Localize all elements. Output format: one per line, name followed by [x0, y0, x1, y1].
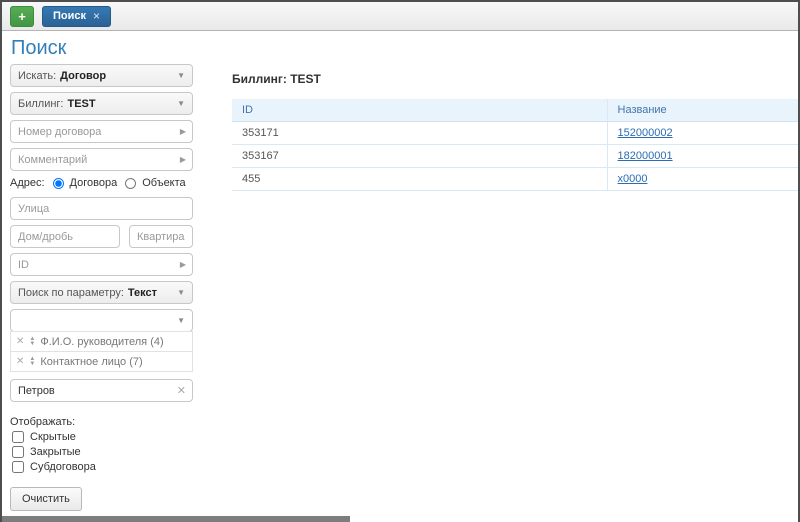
apartment-input[interactable] [129, 225, 193, 248]
remove-icon[interactable]: ✕ [16, 356, 24, 367]
checkbox-hidden[interactable] [12, 431, 24, 443]
chevron-down-icon: ▼ [177, 99, 185, 108]
page-title: Поиск [11, 37, 66, 60]
results-panel: Биллинг: TEST ID Название 353171 1520000… [232, 72, 800, 191]
contract-link[interactable]: x0000 [618, 173, 648, 185]
param-search-select[interactable]: Поиск по параметру: Текст ▼ [10, 281, 193, 304]
address-radio-contract[interactable] [53, 178, 64, 189]
address-radio-object-label: Объекта [142, 177, 185, 189]
search-type-value: Договор [60, 70, 106, 82]
tab-search[interactable]: Поиск × [42, 6, 111, 27]
billing-value: TEST [68, 98, 96, 110]
chevron-down-icon: ▼ [177, 71, 185, 80]
address-radio-object[interactable] [125, 178, 136, 189]
checkbox-subcontracts[interactable] [12, 461, 24, 473]
checkbox-closed[interactable] [12, 446, 24, 458]
display-label: Отображать: [10, 416, 193, 428]
table-row: 353171 152000002 [232, 122, 800, 145]
table-row: 455 x0000 [232, 168, 800, 191]
tab-bar: + Поиск × [2, 2, 798, 31]
contract-number-input[interactable] [10, 120, 193, 143]
checkbox-subcontracts-label: Субдоговора [30, 461, 96, 473]
table-row: 353167 182000001 [232, 145, 800, 168]
query-input[interactable] [10, 379, 193, 402]
house-input[interactable] [10, 225, 120, 248]
app-window: + Поиск × Поиск Искать: Договор ▼ Биллин… [0, 0, 800, 522]
chevron-down-icon: ▼ [177, 316, 185, 325]
contract-link[interactable]: 182000001 [618, 150, 673, 162]
billing-label: Биллинг: [18, 98, 64, 110]
results-table: ID Название 353171 152000002 353167 1820… [232, 99, 800, 191]
street-input[interactable] [10, 197, 193, 220]
cell-id: 353167 [232, 145, 607, 168]
horizontal-scrollbar[interactable] [2, 516, 350, 522]
search-type-label: Искать: [18, 70, 56, 82]
checkbox-hidden-label: Скрытые [30, 431, 76, 443]
address-radio-group: Адрес: Договора Объекта [10, 177, 193, 189]
address-label: Адрес: [10, 177, 45, 189]
param-item-label: Контактное лицо (7) [40, 356, 142, 368]
column-header-name[interactable]: Название [607, 99, 800, 122]
remove-icon[interactable]: ✕ [16, 336, 24, 347]
search-form: Искать: Договор ▼ Биллинг: TEST ▼ ▶ ▶ Ад… [10, 64, 193, 511]
chevron-down-icon: ▼ [177, 288, 185, 297]
param-item-contact[interactable]: ✕ ▲▼ Контактное лицо (7) [10, 351, 193, 372]
checkbox-closed-label: Закрытые [30, 446, 81, 458]
param-add-select[interactable]: ▼ [10, 309, 193, 332]
results-title: Биллинг: TEST [232, 72, 800, 86]
clear-button[interactable]: Очистить [10, 487, 82, 511]
cell-id: 353171 [232, 122, 607, 145]
param-item-fio[interactable]: ✕ ▲▼ Ф.И.О. руководителя (4) [10, 331, 193, 352]
billing-select[interactable]: Биллинг: TEST ▼ [10, 92, 193, 115]
reorder-icon[interactable]: ▲▼ [29, 337, 35, 347]
address-radio-contract-label: Договора [70, 177, 118, 189]
id-input[interactable] [10, 253, 193, 276]
reorder-icon[interactable]: ▲▼ [29, 357, 35, 367]
cell-id: 455 [232, 168, 607, 191]
clear-query-icon[interactable]: ✕ [177, 384, 186, 397]
param-search-value: Текст [128, 287, 157, 299]
param-search-label: Поиск по параметру: [18, 287, 124, 299]
search-type-select[interactable]: Искать: Договор ▼ [10, 64, 193, 87]
table-header-row: ID Название [232, 99, 800, 122]
close-icon[interactable]: × [93, 9, 100, 23]
param-item-label: Ф.И.О. руководителя (4) [40, 336, 163, 348]
contract-link[interactable]: 152000002 [618, 127, 673, 139]
tab-label: Поиск [53, 10, 86, 22]
comment-input[interactable] [10, 148, 193, 171]
column-header-id[interactable]: ID [232, 99, 607, 122]
add-tab-button[interactable]: + [10, 6, 34, 27]
